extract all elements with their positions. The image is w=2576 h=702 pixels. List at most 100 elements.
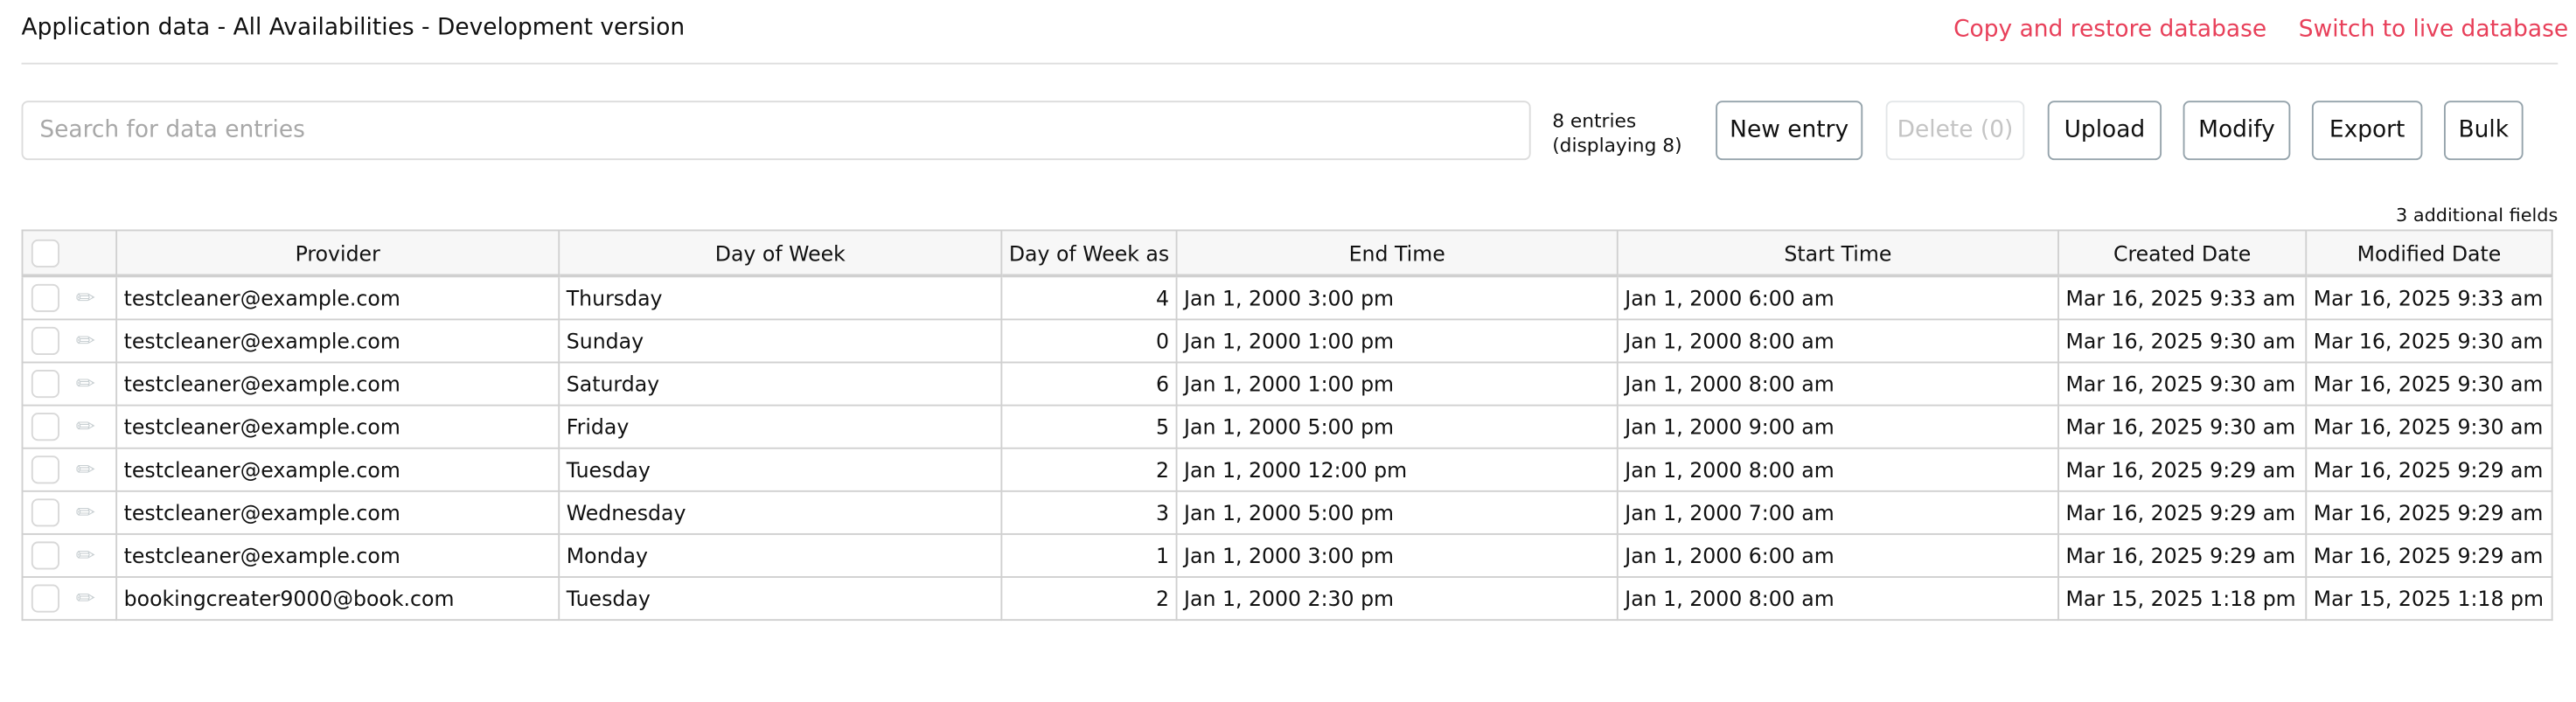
column-header-end-time[interactable]: End Time [1175,229,1619,278]
pencil-icon[interactable]: ✏︎ [76,585,95,611]
cell-created-date: Mar 16, 2025 9:29 am [2057,447,2308,492]
cell-modified-date: Mar 16, 2025 9:29 am [2305,447,2553,492]
cell-end-time: Jan 1, 2000 1:00 pm [1175,361,1619,407]
pencil-icon[interactable]: ✏︎ [76,285,95,311]
delete-button[interactable]: Delete (0) [1885,101,2025,161]
column-header-day-of-week[interactable]: Day of Week [558,229,1003,278]
cell-day-of-week: Sunday [558,318,1003,364]
cell-day-of-week: Tuesday [558,576,1003,622]
cell-provider: testcleaner@example.com [115,532,560,578]
cell-day-of-week-number: 0 [1000,318,1178,364]
additional-fields-link[interactable]: 3 additional fields [2396,205,2558,226]
entry-count: 8 entries (displaying 8) [1552,109,1681,159]
cell-modified-date: Mar 16, 2025 9:33 am [2305,275,2553,321]
cell-created-date: Mar 16, 2025 9:30 am [2057,318,2308,364]
column-header-day-of-week-number[interactable]: Day of Week as N [1000,229,1178,278]
cell-end-time: Jan 1, 2000 1:00 pm [1175,318,1619,364]
table-row[interactable]: ✏︎ testcleaner@example.com Monday 1 Jan 1, 2… [21,532,2553,578]
cell-end-time: Jan 1, 2000 2:30 pm [1175,576,1619,622]
table-row[interactable]: ✏︎ testcleaner@example.com Tuesday 2 Jan 1, … [21,447,2553,492]
bulk-button[interactable]: Bulk [2443,101,2524,161]
cell-end-time: Jan 1, 2000 5:00 pm [1175,404,1619,449]
data-table: Provider Day of Week Day of Week as N En… [21,229,2553,622]
export-button[interactable]: Export [2311,101,2423,161]
cell-day-of-week-number: 2 [1000,576,1178,622]
upload-button[interactable]: Upload [2047,101,2162,161]
row-actions-cell: ✏︎ [21,532,118,578]
column-header-provider[interactable]: Provider [115,229,560,278]
pencil-icon[interactable]: ✏︎ [76,456,95,483]
row-checkbox[interactable] [31,413,59,441]
cell-day-of-week: Friday [558,404,1003,449]
select-all-checkbox[interactable] [31,238,59,267]
cell-day-of-week-number: 6 [1000,361,1178,407]
row-actions-cell: ✏︎ [21,404,118,449]
row-actions-cell: ✏︎ [21,275,118,321]
row-checkbox[interactable] [31,541,59,570]
row-actions-cell: ✏︎ [21,576,118,622]
cell-created-date: Mar 15, 2025 1:18 pm [2057,576,2308,622]
cell-end-time: Jan 1, 2000 5:00 pm [1175,490,1619,535]
row-actions-cell: ✏︎ [21,447,118,492]
cell-modified-date: Mar 16, 2025 9:30 am [2305,318,2553,364]
cell-day-of-week: Monday [558,532,1003,578]
cell-day-of-week: Thursday [558,275,1003,321]
cell-day-of-week-number: 2 [1000,447,1178,492]
row-actions-cell: ✏︎ [21,318,118,364]
table-row[interactable]: ✏︎ testcleaner@example.com Wednesday 3 Jan 1… [21,490,2553,535]
cell-provider: testcleaner@example.com [115,447,560,492]
pencil-icon[interactable]: ✏︎ [76,414,95,440]
app-page: Application data - All Availabilities - … [0,0,2576,702]
cell-start-time: Jan 1, 2000 8:00 am [1616,576,2059,622]
cell-start-time: Jan 1, 2000 7:00 am [1616,490,2059,535]
cell-created-date: Mar 16, 2025 9:29 am [2057,532,2308,578]
cell-provider: testcleaner@example.com [115,318,560,364]
column-header-created-date[interactable]: Created Date [2057,229,2308,278]
cell-start-time: Jan 1, 2000 6:00 am [1616,275,2059,321]
cell-provider: testcleaner@example.com [115,275,560,321]
row-checkbox[interactable] [31,370,59,399]
cell-provider: bookingcreater9000@book.com [115,576,560,622]
pencil-icon[interactable]: ✏︎ [76,542,95,568]
select-all-cell[interactable] [21,229,118,278]
table-row[interactable]: ✏︎ testcleaner@example.com Sunday 0 Jan 1, 2… [21,318,2553,364]
table-row[interactable]: ✏︎ bookingcreater9000@book.com Tuesday 2 Jan… [21,576,2553,622]
cell-day-of-week-number: 1 [1000,532,1178,578]
cell-day-of-week-number: 4 [1000,275,1178,321]
cell-day-of-week: Tuesday [558,447,1003,492]
cell-modified-date: Mar 16, 2025 9:29 am [2305,532,2553,578]
new-entry-button[interactable]: New entry [1716,101,1863,161]
pencil-icon[interactable]: ✏︎ [76,328,95,354]
cell-day-of-week-number: 3 [1000,490,1178,535]
cell-end-time: Jan 1, 2000 3:00 pm [1175,532,1619,578]
table-header-row: Provider Day of Week Day of Week as N En… [21,229,2553,278]
column-header-modified-date[interactable]: Modified Date [2305,229,2553,278]
row-checkbox[interactable] [31,584,59,613]
column-header-start-time[interactable]: Start Time [1616,229,2059,278]
cell-modified-date: Mar 15, 2025 1:18 pm [2305,576,2553,622]
cell-created-date: Mar 16, 2025 9:33 am [2057,275,2308,321]
cell-end-time: Jan 1, 2000 12:00 pm [1175,447,1619,492]
switch-live-database-link[interactable]: Switch to live database [2299,17,2568,43]
copy-restore-database-link[interactable]: Copy and restore database [1953,17,2266,43]
modify-button[interactable]: Modify [2183,101,2291,161]
row-checkbox[interactable] [31,498,59,527]
cell-created-date: Mar 16, 2025 9:29 am [2057,490,2308,535]
pencil-icon[interactable]: ✏︎ [76,499,95,525]
table-row[interactable]: ✏︎ testcleaner@example.com Friday 5 Jan 1, 2… [21,404,2553,449]
row-checkbox[interactable] [31,455,59,484]
cell-day-of-week: Saturday [558,361,1003,407]
pencil-icon[interactable]: ✏︎ [76,371,95,397]
row-checkbox[interactable] [31,283,59,312]
cell-start-time: Jan 1, 2000 6:00 am [1616,532,2059,578]
search-input[interactable] [21,101,1531,161]
table-row[interactable]: ✏︎ testcleaner@example.com Thursday 4 Jan 1,… [21,275,2553,321]
cell-created-date: Mar 16, 2025 9:30 am [2057,404,2308,449]
row-actions-cell: ✏︎ [21,361,118,407]
cell-day-of-week: Wednesday [558,490,1003,535]
cell-modified-date: Mar 16, 2025 9:30 am [2305,404,2553,449]
cell-start-time: Jan 1, 2000 8:00 am [1616,318,2059,364]
table-row[interactable]: ✏︎ testcleaner@example.com Saturday 6 Jan 1,… [21,361,2553,407]
row-checkbox[interactable] [31,326,59,356]
page-title: Application data - All Availabilities - … [21,14,686,42]
